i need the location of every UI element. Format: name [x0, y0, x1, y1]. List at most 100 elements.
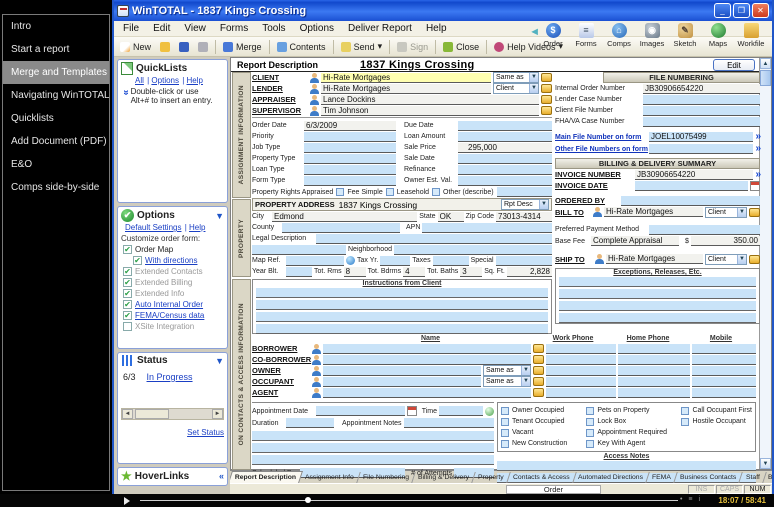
state-field[interactable]: OK — [437, 211, 464, 222]
edit-button[interactable]: Edit — [713, 59, 755, 71]
option-order-map[interactable]: ✔ Order Map — [123, 245, 224, 254]
apn-field[interactable] — [422, 222, 552, 233]
tab-automated-directions[interactable]: Automated Directions — [572, 472, 651, 483]
occupant-name-field[interactable] — [323, 376, 481, 387]
new-button[interactable]: New — [116, 41, 155, 53]
checkbox-checked[interactable]: ✔ — [123, 278, 132, 287]
owner-name-field[interactable] — [323, 365, 481, 376]
agent-home-phone[interactable] — [618, 387, 690, 398]
main-file-number-link[interactable]: Main File Number on form — [555, 134, 647, 141]
job-type-field[interactable] — [304, 142, 396, 153]
scroll-thumb[interactable] — [135, 409, 169, 419]
main-file-number-field[interactable]: JOEL10075499 — [649, 132, 754, 142]
contact-card-icon[interactable] — [749, 207, 760, 217]
minimize-button[interactable]: _ — [714, 3, 731, 18]
sq-ft-field[interactable]: 2,828 — [506, 266, 552, 277]
clock-icon[interactable] — [485, 406, 494, 416]
maps-nav-button[interactable]: Maps — [705, 23, 731, 48]
call-occupant-first-checkbox[interactable] — [681, 406, 690, 415]
contact-card-icon[interactable] — [749, 254, 760, 264]
exceptions-line[interactable] — [559, 277, 756, 287]
loan-amount-field[interactable] — [458, 131, 552, 142]
appointment-notes-field[interactable] — [403, 418, 494, 428]
exceptions-line[interactable] — [559, 301, 756, 311]
client-file-number-field[interactable] — [643, 105, 760, 116]
occupant-same-as-combo[interactable]: Same as ▼ — [483, 376, 531, 387]
neighborhood-field[interactable] — [393, 244, 552, 255]
exceptions-line[interactable] — [559, 289, 756, 299]
images-nav-button[interactable]: ◉ Images — [639, 23, 665, 48]
checkbox-checked[interactable]: ✔ — [123, 245, 132, 254]
calendar-icon[interactable] — [406, 406, 417, 416]
supervisor-field[interactable]: Tim Johnson — [321, 105, 539, 116]
scroll-right-arrow[interactable]: ► — [212, 409, 223, 419]
contact-card-icon[interactable] — [541, 73, 552, 82]
status-state-link[interactable]: In Progress — [147, 372, 193, 382]
refinance-field[interactable] — [458, 164, 552, 175]
new-construction-checkbox[interactable] — [501, 439, 509, 448]
options-links[interactable]: Default Settings | Help — [125, 223, 224, 232]
menu-options[interactable]: Options — [293, 22, 341, 35]
jump-to-invoice-icon[interactable]: » — [755, 169, 760, 180]
owner-occupied-checkbox[interactable] — [501, 406, 509, 415]
chapter-comps-side-by-side[interactable]: Comps side-by-side — [3, 176, 109, 199]
occupant-work-phone[interactable] — [546, 376, 616, 387]
tab-business-contacts[interactable]: Business Contacts — [674, 472, 744, 483]
hostile-occupant-checkbox[interactable] — [681, 417, 690, 426]
loan-type-field[interactable] — [304, 164, 396, 175]
checkbox-checked[interactable]: ✔ — [123, 311, 132, 320]
other-describe-field[interactable] — [496, 187, 552, 197]
comps-nav-button[interactable]: ⌂ Comps — [606, 23, 632, 48]
occupant-home-phone[interactable] — [618, 376, 690, 387]
tab-property[interactable]: Property — [472, 472, 511, 483]
borrower-work-phone[interactable] — [546, 343, 616, 354]
menu-deliver-report[interactable]: Deliver Report — [341, 22, 419, 35]
video-timeline[interactable] — [140, 500, 678, 501]
tab-fema[interactable]: FEMA — [646, 472, 679, 483]
menu-help[interactable]: Help — [419, 22, 454, 35]
menu-edit[interactable]: Edit — [146, 22, 177, 35]
agent-name-field[interactable] — [323, 387, 531, 398]
contact-card-icon[interactable] — [541, 95, 552, 104]
merge-button[interactable]: Merge — [219, 41, 266, 53]
client-same-as-combo[interactable]: Same as ▼ — [493, 72, 539, 83]
borrower-name-field[interactable] — [323, 343, 531, 354]
send-button[interactable]: Send ▾ — [337, 40, 387, 53]
option-auto-internal-order[interactable]: ✔ Auto Internal Order — [123, 300, 224, 309]
contact-card-icon[interactable] — [533, 366, 544, 375]
borrower-mobile[interactable] — [692, 343, 756, 354]
forms-nav-button[interactable]: ≡ Forms — [573, 23, 599, 48]
option-with-directions[interactable]: ✔ With directions — [133, 256, 224, 265]
option-extended-info[interactable]: ✔ Extended Info — [123, 289, 224, 298]
lender-field[interactable]: Hi-Rate Mortgages — [321, 83, 491, 94]
agent-work-phone[interactable] — [546, 387, 616, 398]
pin-icon[interactable]: ▼ — [215, 356, 224, 366]
leasehold-checkbox[interactable] — [385, 188, 394, 196]
appointment-notes-line[interactable] — [252, 443, 494, 453]
print-button[interactable] — [194, 41, 212, 53]
due-date-field[interactable] — [458, 120, 552, 131]
year-blt-field[interactable] — [286, 266, 312, 277]
option-extended-billing[interactable]: ✔ Extended Billing — [123, 278, 224, 287]
other-file-numbers-field[interactable] — [649, 144, 754, 154]
owner-mobile[interactable] — [692, 365, 756, 376]
tab-assignment-info[interactable]: Assignment Info — [299, 472, 361, 483]
jump-to-form-icon[interactable]: » — [755, 144, 760, 154]
ship-to-combo[interactable]: Client ▼ — [705, 253, 747, 265]
fha-va-case-number-field[interactable] — [643, 116, 760, 127]
taxes-field[interactable] — [432, 255, 469, 266]
special-field[interactable] — [495, 255, 552, 266]
sketch-nav-button[interactable]: ✎ Sketch — [672, 23, 698, 48]
co-borrower-work-phone[interactable] — [546, 354, 616, 365]
appointment-required-checkbox[interactable] — [586, 428, 595, 437]
order-nav-button[interactable]: $ Order — [540, 23, 566, 48]
county-field[interactable] — [282, 222, 400, 233]
fee-simple-checkbox[interactable] — [336, 188, 345, 196]
preferred-payment-field[interactable] — [649, 224, 760, 235]
zip-field[interactable]: 73013-4314 — [496, 211, 552, 222]
collapse-arrow-icon[interactable]: « — [219, 471, 224, 481]
duration-field[interactable] — [286, 418, 334, 428]
chapter-intro[interactable]: Intro — [3, 15, 109, 38]
legal-description-field[interactable] — [316, 233, 552, 244]
exceptions-line[interactable] — [559, 313, 756, 323]
